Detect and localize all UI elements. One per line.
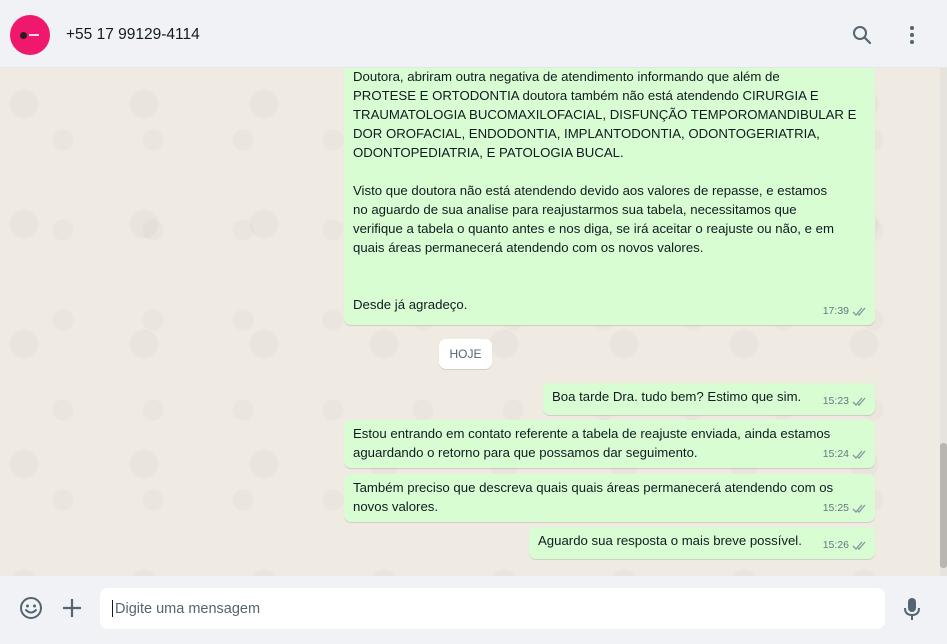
message-bubble[interactable]: Boa tarde Dra. tudo bem? Estimo que sim.… xyxy=(543,383,875,415)
message-text: Também preciso que descreva quais quais … xyxy=(353,480,834,514)
message-input[interactable] xyxy=(115,600,855,617)
message-time: 17:39 xyxy=(822,305,849,317)
search-icon[interactable] xyxy=(851,24,873,46)
double-check-icon xyxy=(852,541,866,550)
message-time: 15:26 xyxy=(822,539,849,551)
message-bubble[interactable]: Estou entrando em contato referente a ta… xyxy=(344,420,875,468)
message-bubble[interactable]: Também preciso que descreva quais quais … xyxy=(344,474,875,522)
message-text: Aguardo sua resposta o mais breve possív… xyxy=(538,533,802,548)
plus-icon[interactable] xyxy=(61,597,83,619)
contact-avatar[interactable] xyxy=(10,15,50,55)
message-meta: 15:26 xyxy=(823,536,868,555)
contact-name[interactable]: +55 17 99129-4114 xyxy=(66,26,200,44)
double-check-icon xyxy=(852,397,866,406)
message-bubble[interactable]: Aguardo sua resposta o mais breve possív… xyxy=(529,527,875,559)
message-meta: 17:39 xyxy=(823,302,868,321)
message-time: 15:24 xyxy=(822,448,849,460)
chat-area: Doutora, abriram outra negativa de atend… xyxy=(0,68,940,576)
message-meta: 15:25 xyxy=(823,499,868,518)
menu-icon[interactable] xyxy=(901,24,923,46)
message-meta: 15:24 xyxy=(823,445,868,464)
message-time: 15:25 xyxy=(822,502,849,514)
message-meta: 15:23 xyxy=(823,392,868,411)
message-bubble[interactable]: Doutora, abriram outra negativa de atend… xyxy=(344,68,875,325)
chat-header: +55 17 99129-4114 xyxy=(0,0,947,68)
avatar-logo-icon xyxy=(20,30,40,40)
double-check-icon xyxy=(852,504,866,513)
compose-bar xyxy=(0,576,947,644)
double-check-icon xyxy=(852,307,866,316)
message-text: Doutora, abriram outra negativa de atend… xyxy=(353,69,857,312)
mic-icon[interactable] xyxy=(903,596,921,622)
message-text: Estou entrando em contato referente a ta… xyxy=(353,426,831,460)
message-text: Boa tarde Dra. tudo bem? Estimo que sim. xyxy=(552,389,802,404)
double-check-icon xyxy=(852,450,866,459)
emoji-icon[interactable] xyxy=(19,596,43,620)
message-time: 15:23 xyxy=(822,395,849,407)
text-caret xyxy=(112,600,113,617)
chat-scrollbar-thumb[interactable] xyxy=(940,443,947,568)
message-input-box[interactable] xyxy=(100,588,885,629)
date-divider: HOJE xyxy=(439,339,492,369)
